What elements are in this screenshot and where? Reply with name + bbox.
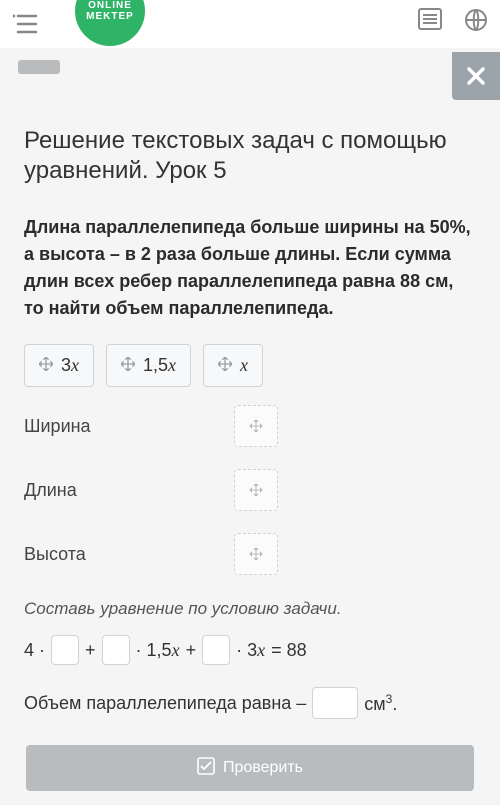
eq-blank-2[interactable] <box>102 635 130 665</box>
label-height: Высота <box>24 544 234 565</box>
drop-width[interactable] <box>234 405 278 447</box>
token-1-5x[interactable]: 1,5x <box>106 344 191 387</box>
eq-blank-1[interactable] <box>51 635 79 665</box>
eq-part: · 3x <box>236 640 265 661</box>
menu-icon[interactable] <box>12 13 38 35</box>
eq-part: · 1,5x <box>136 640 180 661</box>
token-label: x <box>240 355 248 376</box>
close-button[interactable] <box>452 52 500 100</box>
drop-length[interactable] <box>234 469 278 511</box>
row-height: Высота <box>24 533 476 575</box>
row-length: Длина <box>24 469 476 511</box>
check-label: Проверить <box>223 759 303 777</box>
eq-part: + <box>186 640 197 661</box>
check-icon <box>197 757 215 780</box>
eq-part: + <box>85 640 96 661</box>
list-icon[interactable] <box>418 8 442 37</box>
move-icon <box>39 355 53 376</box>
logo-line2: MEKTEP <box>86 11 134 22</box>
page-title: Решение текстовых задач с помощью уравне… <box>24 126 476 186</box>
globe-icon[interactable] <box>464 8 488 37</box>
problem-text: Длина параллелепипеда больше ширины на 5… <box>24 214 476 322</box>
token-3x[interactable]: 3x <box>24 344 94 387</box>
answer-unit: см3. <box>364 692 397 715</box>
eq-blank-3[interactable] <box>202 635 230 665</box>
eq-part: 4 · <box>24 640 45 661</box>
move-icon <box>121 355 135 376</box>
token-label: 1,5x <box>143 355 176 376</box>
answer-blank[interactable] <box>312 687 358 719</box>
answer-prefix: Объем параллелепипеда равна – <box>24 693 306 714</box>
move-icon <box>218 355 232 376</box>
check-button[interactable]: Проверить <box>26 745 474 791</box>
label-width: Ширина <box>24 416 234 437</box>
token-x[interactable]: x <box>203 344 263 387</box>
row-width: Ширина <box>24 405 476 447</box>
progress-pill <box>18 60 60 74</box>
eq-part: = 88 <box>271 640 307 661</box>
equation: 4 · + · 1,5x + · 3x = 88 <box>24 635 476 665</box>
answer-line: Объем параллелепипеда равна – см3. <box>24 687 476 719</box>
logo-badge: ONLINE MEKTEP <box>75 0 145 46</box>
instruction: Составь уравнение по условию задачи. <box>24 599 476 619</box>
drop-height[interactable] <box>234 533 278 575</box>
label-length: Длина <box>24 480 234 501</box>
draggable-tokens: 3x 1,5x x <box>24 344 476 387</box>
logo-line1: ONLINE <box>88 0 132 11</box>
token-label: 3x <box>61 355 79 376</box>
